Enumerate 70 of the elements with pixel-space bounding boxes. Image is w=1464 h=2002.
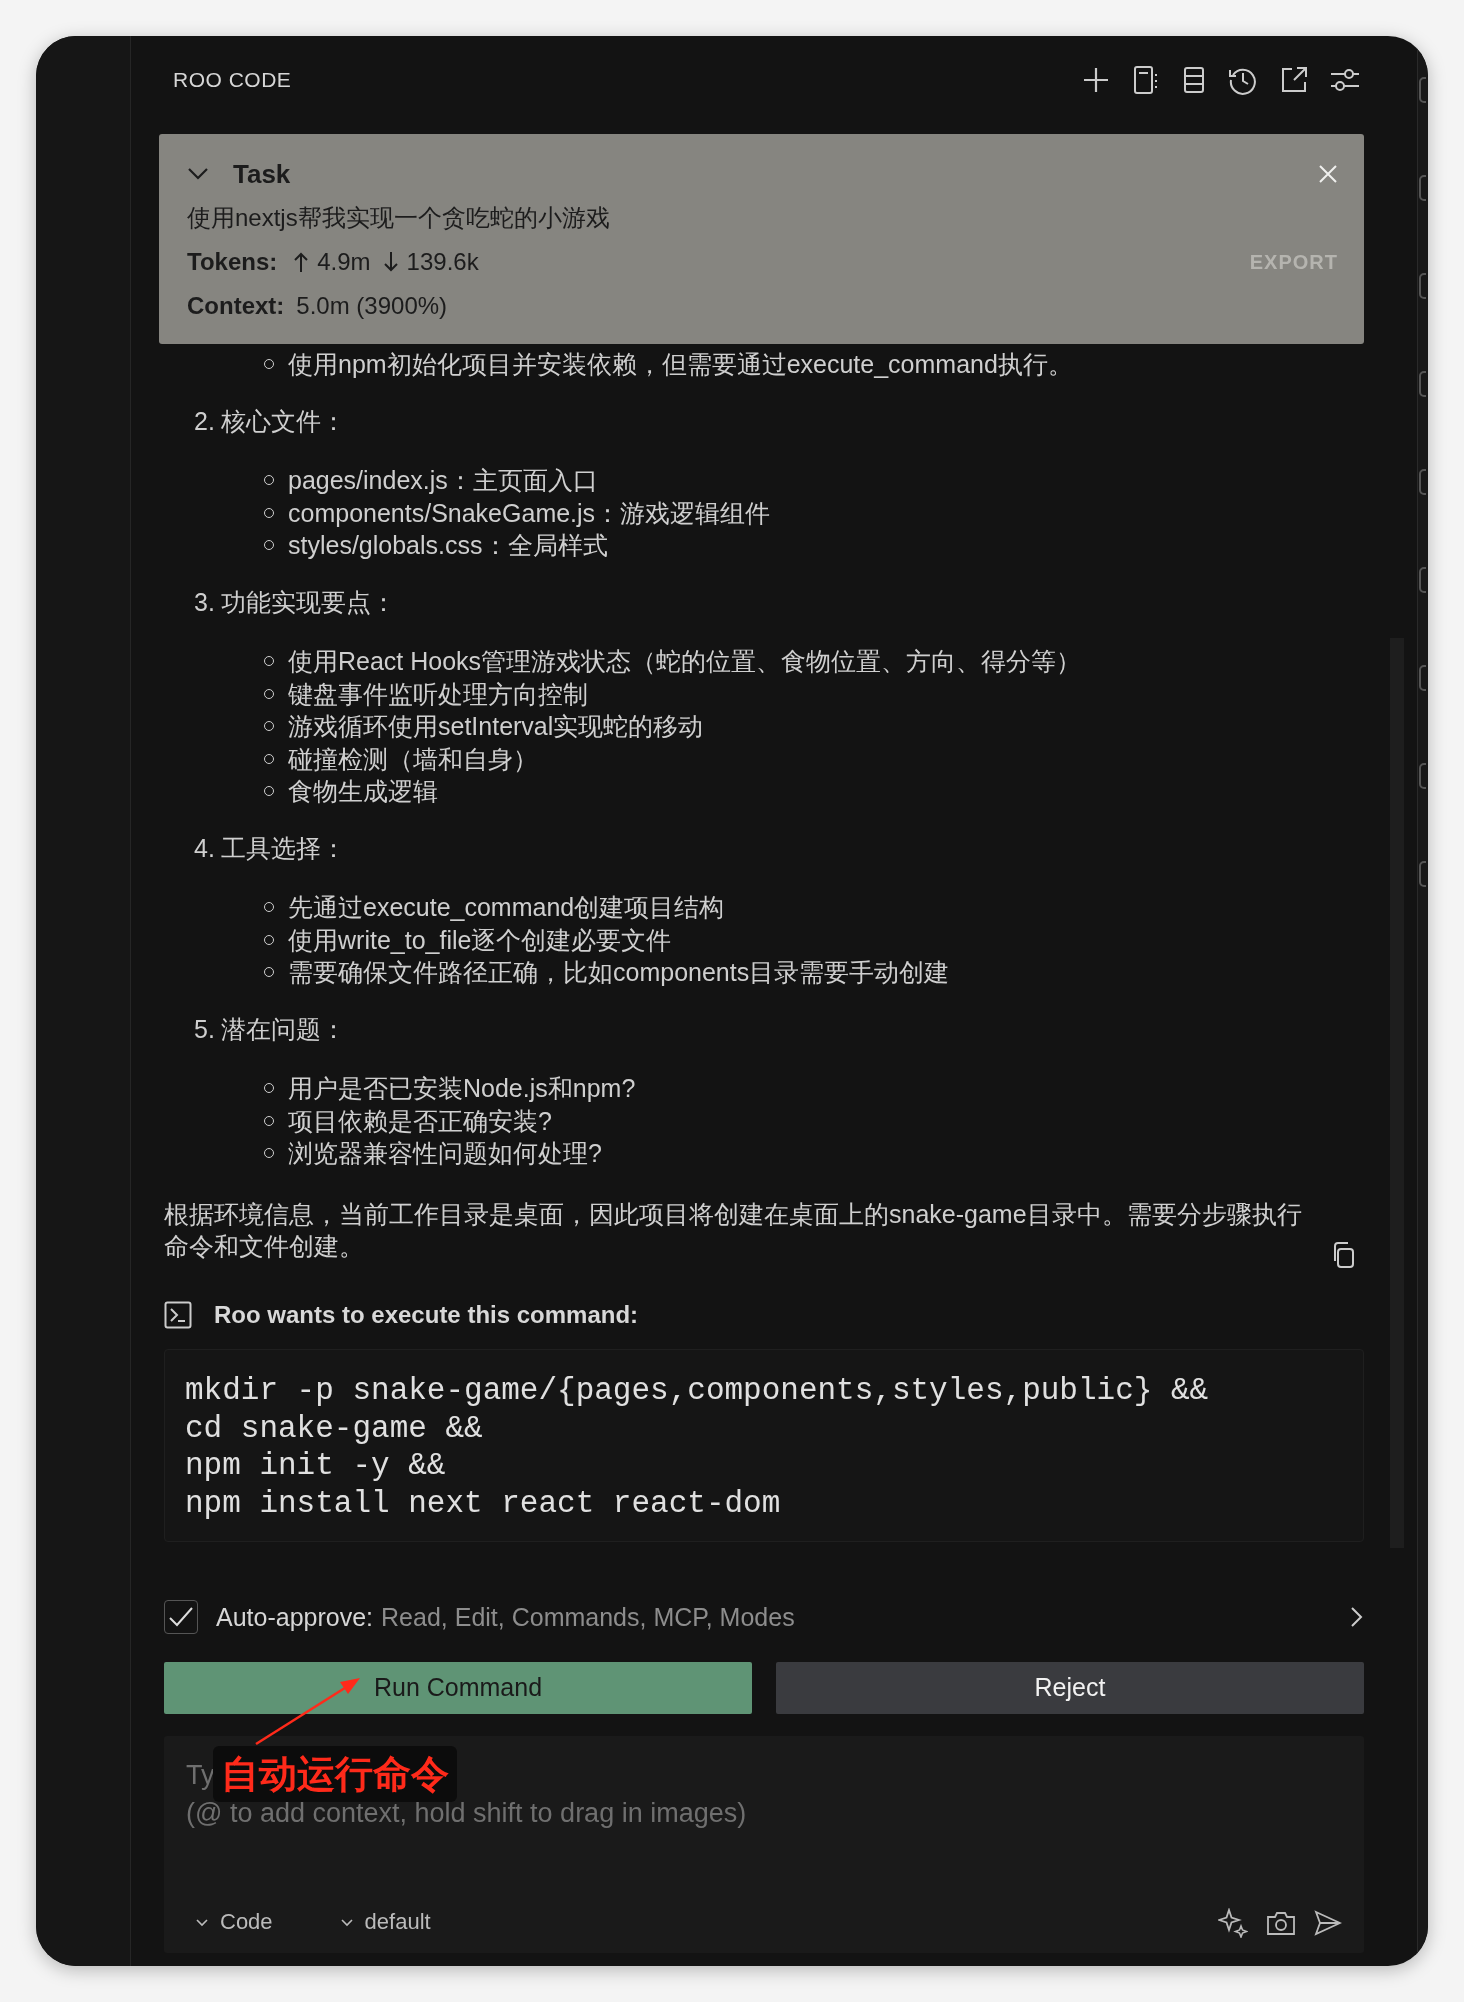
tokens-out: 139.6k <box>406 248 479 276</box>
toolbar-icon[interactable] <box>1418 762 1426 790</box>
toolbar-icon[interactable] <box>1418 566 1426 594</box>
reject-button[interactable]: Reject <box>776 1661 1364 1714</box>
section-heading: 潜在问题： <box>220 1013 346 1045</box>
list-item: 使用npm初始化项目并安装依赖，但需要通过execute_command执行。 <box>288 349 1073 380</box>
mode-select[interactable]: Code <box>196 1906 273 1939</box>
toolbar-icon[interactable] <box>1418 174 1426 202</box>
arrow-down-icon <box>382 251 399 273</box>
section-heading: 核心文件： <box>220 405 346 437</box>
section-heading: 工具选择： <box>220 832 346 864</box>
list-number: 2. <box>194 405 215 437</box>
list-item: 使用React Hooks管理游戏状态（蛇的位置、食物位置、方向、得分等） <box>288 646 1082 677</box>
toolbar-icon[interactable] <box>1418 860 1426 888</box>
list-item: components/SnakeGame.js：游戏逻辑组件 <box>288 497 771 529</box>
external-link-icon[interactable] <box>1280 66 1308 94</box>
list-item: 需要确保文件路径正确，比如components目录需要手动创建 <box>288 957 950 988</box>
section-heading: 功能实现要点： <box>220 586 396 618</box>
run-button[interactable]: Run Command <box>164 1661 752 1714</box>
sparkle-icon[interactable] <box>1218 1907 1248 1938</box>
profile-select[interactable]: default <box>340 1906 431 1939</box>
toolbar-icon[interactable] <box>1418 76 1426 104</box>
checkbox[interactable] <box>164 1599 198 1634</box>
message-paragraph: 根据环境信息，当前工作目录是桌面，因此项目将创建在桌面上的snake-game目录中。需要分步骤执行命令和文件创建。 <box>164 1198 1303 1262</box>
camera-icon[interactable] <box>1266 1909 1296 1936</box>
list-icon[interactable] <box>1182 66 1206 94</box>
auto-approve-value: Read, Edit, Commands, MCP, Modes <box>381 1601 795 1633</box>
list-item: 使用write_to_file逐个创建必要文件 <box>288 924 672 956</box>
auto-approve-label: Auto-approve: <box>216 1601 374 1633</box>
tokens-label: Tokens: <box>187 248 278 276</box>
list-item: 先通过execute_command创建项目结构 <box>288 892 725 923</box>
plus-icon[interactable] <box>1082 66 1110 94</box>
code-line: npm init -y && <box>185 1447 447 1486</box>
toolbar-icon[interactable] <box>1418 664 1426 692</box>
caret-icon <box>196 1918 208 1927</box>
list-item: 游戏循环使用setInterval实现蛇的移动 <box>288 711 704 742</box>
chevron-right-icon[interactable] <box>1350 1605 1364 1628</box>
list-item: 浏览器兼容性问题如何处理? <box>288 1138 602 1169</box>
code-line: cd snake-game && <box>185 1409 484 1448</box>
chevron-icon[interactable] <box>187 167 209 181</box>
settings-icon[interactable] <box>1330 67 1360 93</box>
list-item: pages/index.js：主页面入口 <box>288 465 598 496</box>
close-icon[interactable] <box>1318 164 1338 184</box>
toolbar-icon[interactable] <box>1418 272 1426 300</box>
task-text: 使用nextjs帮我实现一个贪吃蛇的小游戏 <box>187 203 611 233</box>
list-number: 3. <box>194 586 215 618</box>
tokens-in: 4.9m <box>317 248 371 276</box>
list-number: 5. <box>194 1013 215 1045</box>
list-item: styles/globals.css：全局样式 <box>288 530 608 561</box>
list-item: 键盘事件监听处理方向控制 <box>288 678 588 710</box>
caret-icon <box>340 1918 353 1927</box>
context-value: 5.0m (3900%) <box>296 292 448 320</box>
command-title: Roo wants to execute this command: <box>214 1299 639 1330</box>
notebook-icon[interactable] <box>1132 65 1160 95</box>
terminal-icon <box>164 1300 192 1329</box>
send-icon[interactable] <box>1314 1909 1342 1936</box>
annotation-label: 自动运行命令 <box>213 1745 457 1802</box>
toolbar-icon[interactable] <box>1418 370 1426 398</box>
list-item: 项目依赖是否正确安装? <box>288 1105 552 1137</box>
task-label: Task <box>233 158 291 190</box>
code-line: npm install next react react-dom <box>185 1485 782 1523</box>
list-number: 4. <box>194 832 215 864</box>
toolbar-icon[interactable] <box>1418 468 1426 496</box>
list-item: 食物生成逻辑 <box>288 776 438 807</box>
arrow-up-icon <box>293 251 310 273</box>
context-label: Context: <box>187 292 285 320</box>
list-item: 碰撞检测（墙和自身） <box>288 743 538 775</box>
panel-title: ROO CODE <box>173 68 292 92</box>
code-line: mkdir -p snake-game/{pages,components,styles,public} && <box>185 1372 1210 1410</box>
list-item: 用户是否已安装Node.js和npm? <box>288 1073 636 1104</box>
